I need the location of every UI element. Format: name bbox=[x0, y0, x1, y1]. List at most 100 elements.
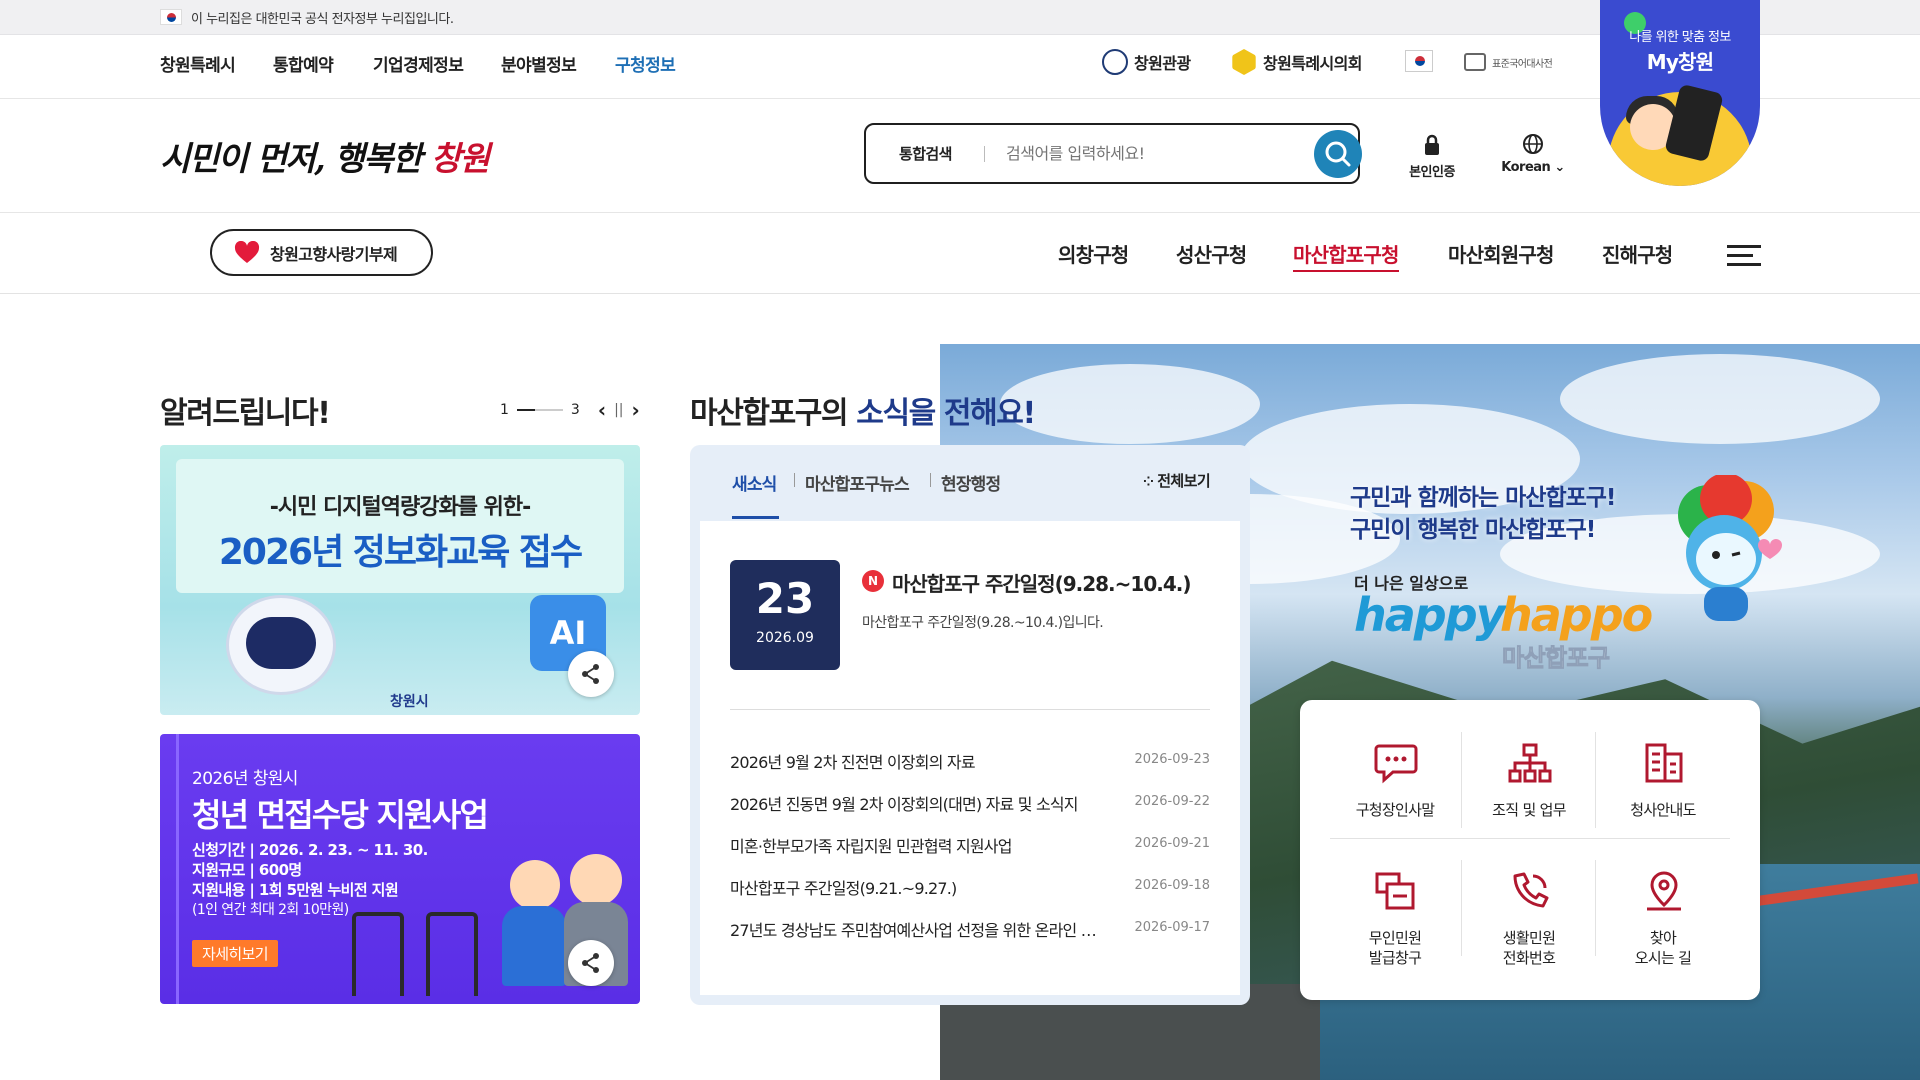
gnb-jinhae[interactable]: 진해구청 bbox=[1602, 239, 1673, 268]
quick-label: 찾아 오시는 길 bbox=[1634, 929, 1692, 967]
banner2-details: 신청기간 | 2026. 2. 23. ~ 11. 30. 지원규모 | 600… bbox=[192, 840, 428, 920]
news-item-date: 2026-09-22 bbox=[1134, 794, 1210, 809]
pause-icon[interactable]: || bbox=[614, 402, 623, 418]
banner2-line2: 청년 면접수당 지원사업 bbox=[192, 796, 489, 834]
gnb-uichang[interactable]: 의창구청 bbox=[1058, 239, 1129, 268]
tab-divider bbox=[794, 473, 795, 487]
person-icon bbox=[510, 860, 560, 910]
donate-label: 창원고향사랑기부제 bbox=[270, 244, 398, 264]
gov-banner-text: 이 누리집은 대한민국 공식 전자정부 누리집입니다. bbox=[191, 12, 454, 27]
my-changwon-title: My창원 bbox=[1646, 50, 1714, 74]
quick-label: 조직 및 업무 bbox=[1492, 801, 1566, 819]
slogan-line2: 구민이 행복한 마산합포구! bbox=[1350, 517, 1596, 543]
news-divider bbox=[730, 709, 1210, 710]
gnb-seongsan[interactable]: 성산구청 bbox=[1176, 239, 1247, 268]
dictionary-icon bbox=[1464, 53, 1486, 71]
banner-info-education[interactable]: -시민 디지털역량강화를 위한- 2026년 정보화교육 접수 AI 창원시 bbox=[160, 445, 640, 715]
korea-flag-icon bbox=[160, 9, 182, 25]
news-item-date: 2026-09-21 bbox=[1134, 836, 1210, 851]
happy-happo-logo: 더 나은 일상으로 happy happo 마산합포구 bbox=[1354, 570, 1654, 673]
tour-link[interactable]: 창원관광 bbox=[1102, 49, 1191, 75]
news-title-accent: 소식을 전해요! bbox=[856, 396, 1036, 431]
quick-phone[interactable]: 생활민원 전화번호 bbox=[1462, 836, 1596, 967]
person-icon bbox=[570, 854, 622, 906]
news-item-title: 2026년 9월 2차 진전면 이장회의 자료 bbox=[730, 753, 976, 772]
notice-title: 알려드립니다! bbox=[160, 396, 331, 431]
quick-label: 청사안내도 bbox=[1630, 801, 1696, 819]
news-list-item[interactable]: 27년도 경상남도 주민참여예산사업 선정을 위한 온라인 … 2026-09-1… bbox=[730, 917, 1210, 941]
share-icon bbox=[582, 953, 599, 973]
news-list-item[interactable]: 미혼·한부모가족 자립지원 민관협력 지원사업 2026-09-21 bbox=[730, 833, 1210, 857]
person-body-icon bbox=[502, 906, 566, 986]
my-changwon-badge[interactable]: 나를 위한 맞춤 정보 My창원 bbox=[1600, 0, 1760, 186]
gnb-masanhoewon[interactable]: 마산회원구청 bbox=[1448, 239, 1554, 268]
council-link[interactable]: 창원특례시의회 bbox=[1231, 49, 1362, 75]
happy-text: happy bbox=[1354, 588, 1506, 642]
location-pin-icon bbox=[1647, 871, 1681, 911]
quick-label: 구청장인사말 bbox=[1355, 801, 1435, 819]
banner2-support: 지원내용 | 1회 5만원 누비전 지원 bbox=[192, 881, 399, 899]
featured-day: 23 bbox=[755, 574, 815, 623]
banner2-more-button[interactable]: 자세히보기 bbox=[192, 940, 279, 967]
share-button[interactable] bbox=[568, 940, 614, 986]
speech-bubble-icon bbox=[1374, 744, 1418, 784]
share-button[interactable] bbox=[568, 651, 614, 697]
quick-organization[interactable]: 조직 및 업무 bbox=[1462, 708, 1596, 838]
search-input[interactable] bbox=[1006, 137, 1306, 169]
tab-field-admin[interactable]: 현장행정 bbox=[941, 470, 1001, 495]
top-nav-field-info[interactable]: 분야별정보 bbox=[501, 51, 577, 76]
auth-label: 본인인증 bbox=[1409, 165, 1455, 180]
site-logo[interactable]: 시민이 먼저, 행복한 창원 bbox=[160, 132, 490, 182]
news-title: 마산합포구의 소식을 전해요! bbox=[690, 388, 1036, 432]
donate-button[interactable]: 창원고향사랑기부제 bbox=[210, 229, 433, 276]
tour-label: 창원관광 bbox=[1134, 54, 1191, 73]
featured-date: 23 2026.09 bbox=[730, 560, 840, 670]
org-chart-icon bbox=[1508, 743, 1552, 783]
search-label[interactable]: 통합검색 bbox=[899, 143, 952, 164]
news-item-title: 2026년 진동면 9월 2차 이장회의(대면) 자료 및 소식지 bbox=[730, 795, 1079, 814]
tab-news[interactable]: 새소식 bbox=[732, 470, 777, 495]
prev-arrow-icon[interactable]: ‹ bbox=[598, 398, 606, 422]
quick-greeting[interactable]: 구청장인사말 bbox=[1328, 708, 1462, 838]
pager-current: 1 bbox=[500, 402, 509, 418]
council-label: 창원특례시의회 bbox=[1263, 54, 1362, 73]
building-map-icon bbox=[1645, 743, 1683, 783]
news-list-item[interactable]: 2026년 진동면 9월 2차 이장회의(대면) 자료 및 소식지 2026-09… bbox=[730, 791, 1210, 815]
banner-youth-interview[interactable]: 2026년 창원시 청년 면접수당 지원사업 신청기간 | 2026. 2. 2… bbox=[160, 734, 640, 1004]
taegeukgi-link[interactable] bbox=[1405, 50, 1433, 72]
view-all-label: 전체보기 bbox=[1157, 472, 1211, 490]
news-list-item[interactable]: 마산합포구 주간일정(9.21.~9.27.) 2026-09-18 bbox=[730, 875, 1210, 899]
banner2-period: 신청기간 | 2026. 2. 23. ~ 11. 30. bbox=[192, 841, 428, 859]
top-nav-district-info[interactable]: 구청정보 bbox=[615, 51, 676, 76]
globe-icon bbox=[1523, 134, 1543, 154]
top-nav-reservation[interactable]: 통합예약 bbox=[273, 51, 334, 76]
quick-kiosk[interactable]: 무인민원 발급창구 bbox=[1328, 836, 1462, 967]
quick-links-panel: 구청장인사말 조직 및 업무 청사안내도 무인민원 발급창구 생활민원 전화번호… bbox=[1300, 700, 1760, 1000]
logo-accent: 창원 bbox=[430, 139, 490, 178]
top-nav-changwon[interactable]: 창원특례시 bbox=[160, 51, 236, 76]
search-button[interactable] bbox=[1314, 130, 1362, 178]
hamburger-menu-icon[interactable] bbox=[1727, 245, 1761, 267]
news-list-item[interactable]: 2026년 9월 2차 진전면 이장회의 자료 2026-09-23 bbox=[730, 749, 1210, 773]
quick-label: 무인민원 발급창구 bbox=[1368, 929, 1422, 967]
next-arrow-icon[interactable]: › bbox=[632, 398, 640, 422]
quick-building-guide[interactable]: 청사안내도 bbox=[1596, 708, 1730, 838]
tab-district-news[interactable]: 마산합포구뉴스 bbox=[805, 470, 910, 495]
news-item-date: 2026-09-23 bbox=[1134, 752, 1210, 767]
mascot-icon bbox=[1678, 475, 1782, 621]
top-nav-economy[interactable]: 기업경제정보 bbox=[373, 51, 464, 76]
dictionary-link[interactable]: 표준국어대사전 bbox=[1464, 53, 1553, 71]
banner2-scale: 지원규모 | 600명 bbox=[192, 861, 302, 879]
auth-button[interactable]: 본인인증 bbox=[1406, 133, 1458, 180]
view-all-link[interactable]: ⁘ 전체보기 bbox=[1143, 470, 1211, 491]
news-item-title: 미혼·한부모가족 자립지원 민관협력 지원사업 bbox=[730, 837, 1012, 856]
banner1-line2: 2026년 정보화교육 접수 bbox=[218, 532, 583, 573]
featured-desc: 마산합포구 주간일정(9.28.~10.4.)입니다. bbox=[862, 615, 1104, 631]
quick-directions[interactable]: 찾아 오시는 길 bbox=[1596, 836, 1730, 967]
news-item-date: 2026-09-18 bbox=[1134, 878, 1210, 893]
featured-title[interactable]: 마산합포구 주간일정(9.28.~10.4.) bbox=[892, 568, 1191, 597]
language-select[interactable]: Korean ⌄ bbox=[1500, 133, 1566, 175]
gnb-masanhappo[interactable]: 마산합포구청 bbox=[1293, 239, 1399, 272]
new-badge: N bbox=[862, 570, 884, 592]
banner1-line1: -시민 디지털역량강화를 위한- bbox=[269, 495, 531, 520]
